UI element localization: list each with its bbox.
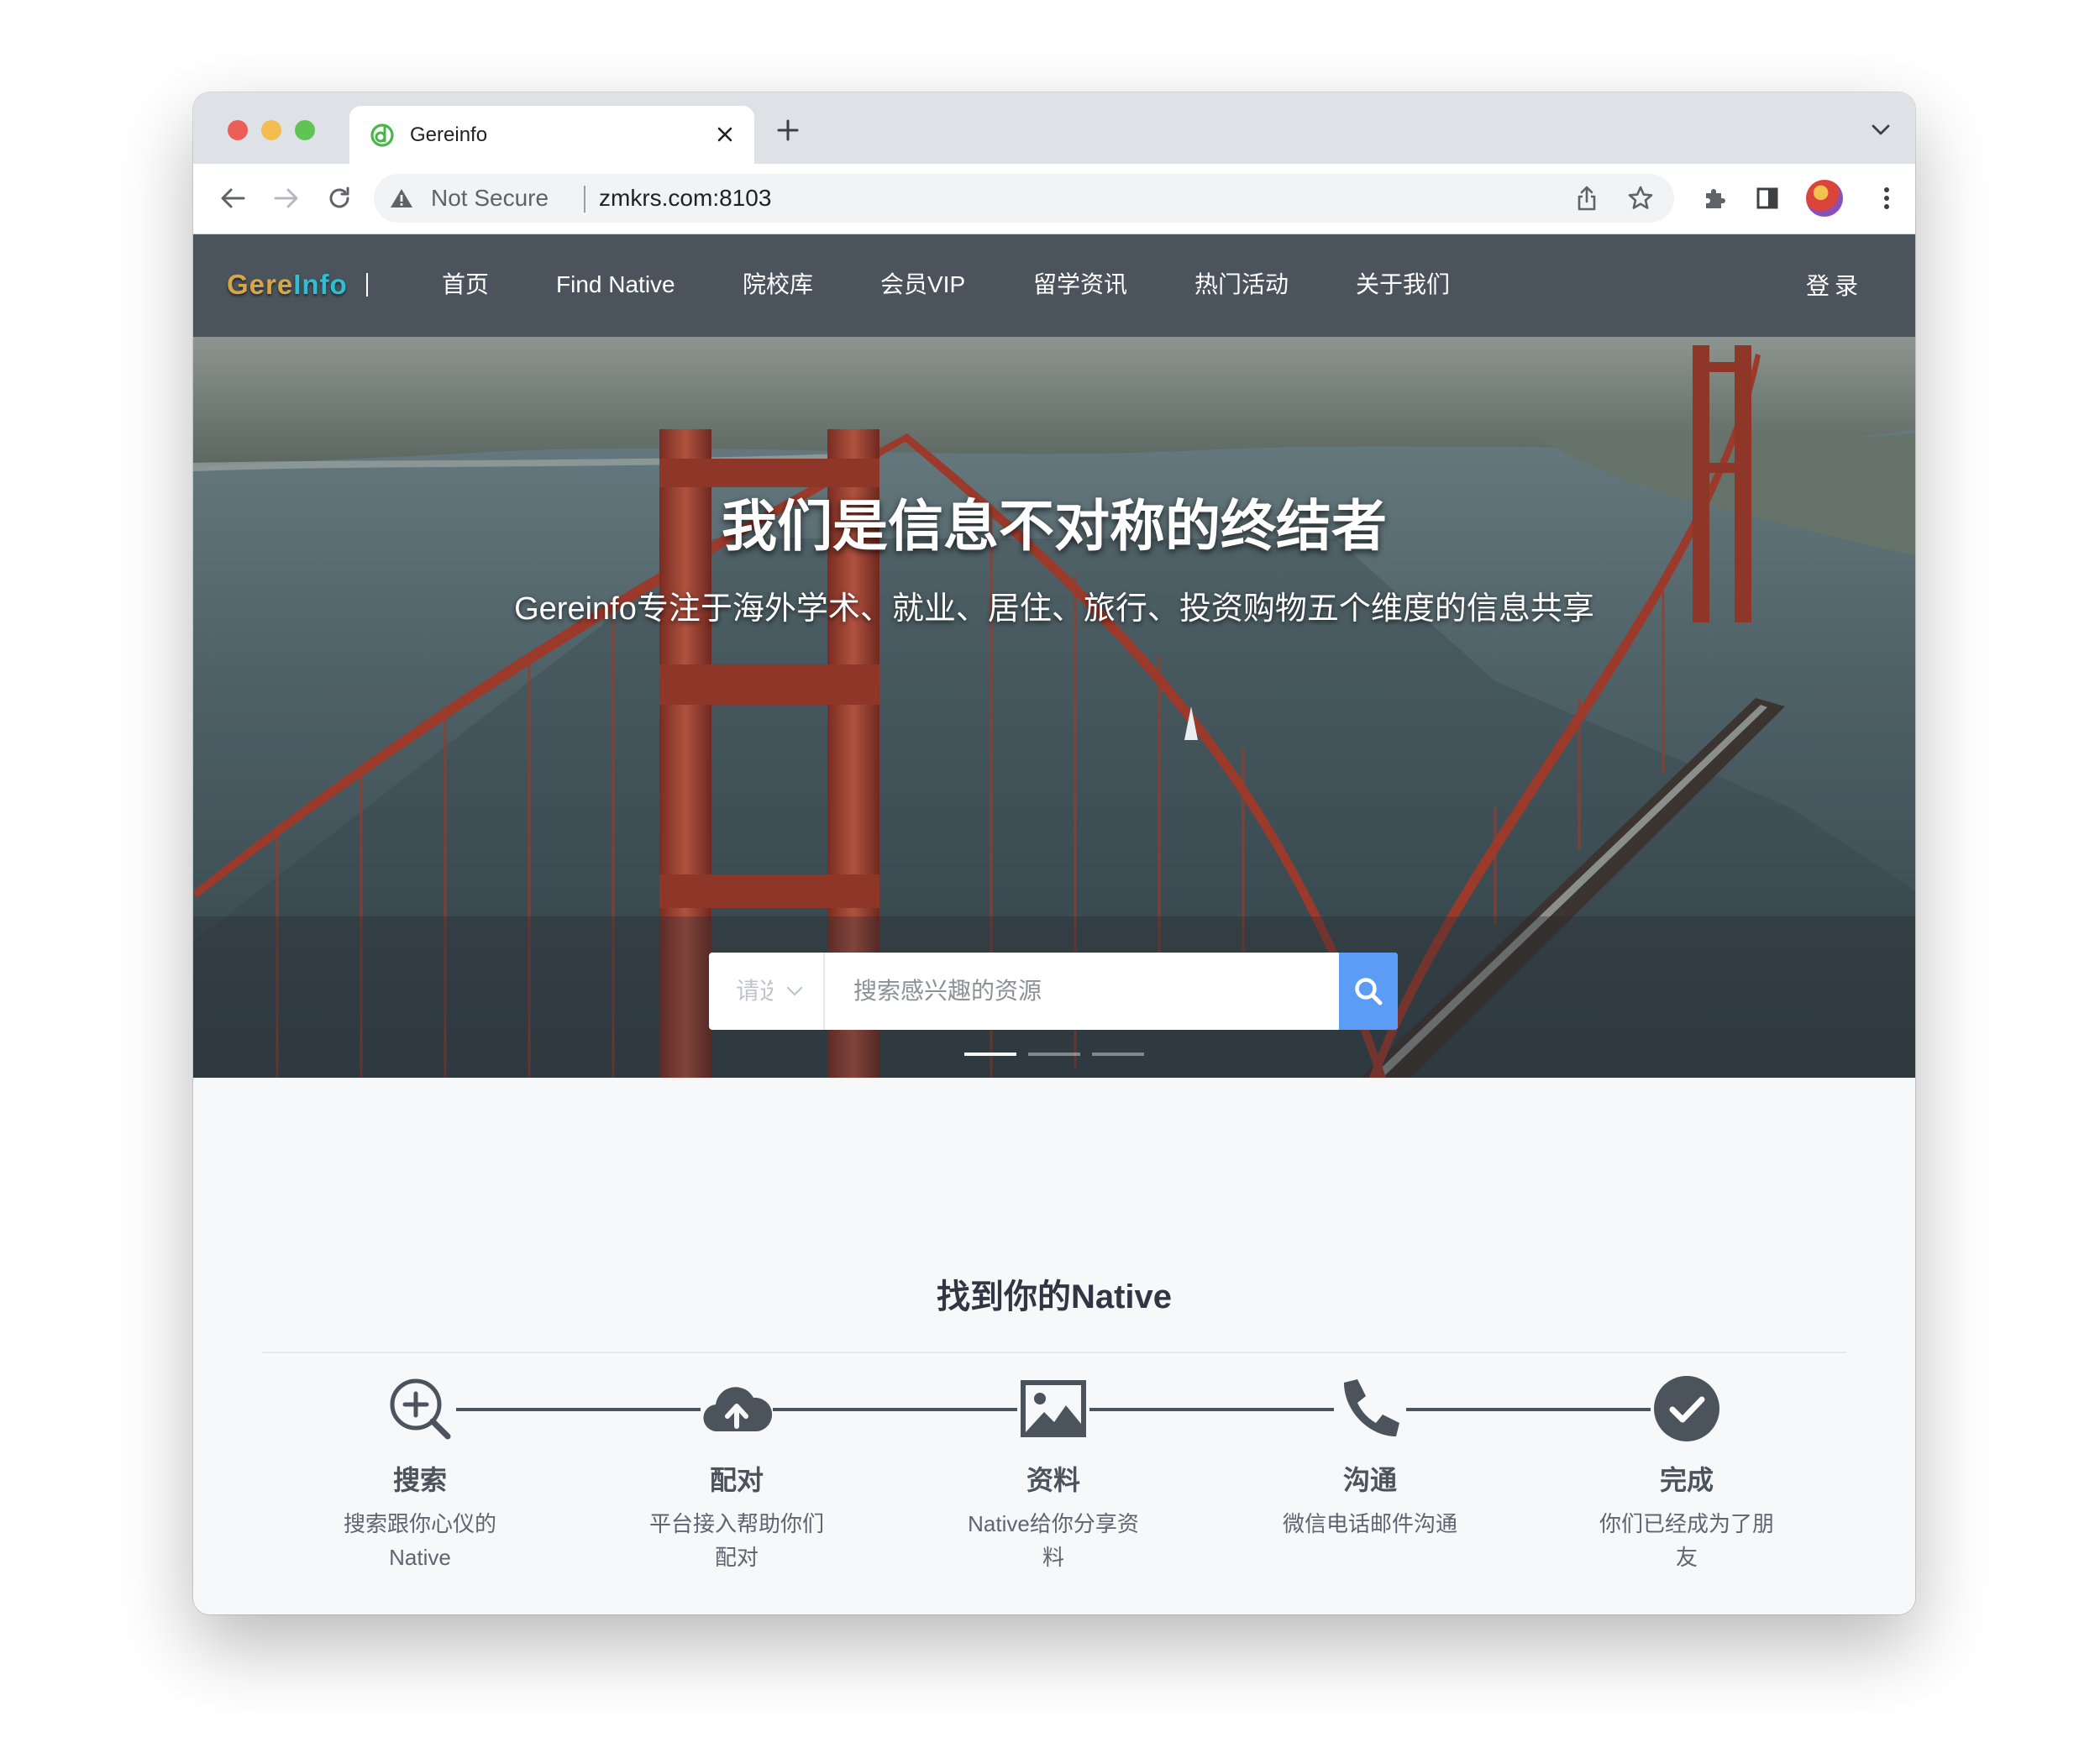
step-search: 搜索 搜索跟你心仪的Native: [294, 1373, 546, 1574]
check-circle-icon: [1651, 1373, 1723, 1445]
hero-title: 我们是信息不对称的终结者: [722, 495, 1387, 557]
section-title: 找到你的Native: [936, 1278, 1173, 1315]
resource-search-box: 请选择: [709, 953, 1398, 1030]
step-complete: 完成 你们已经成为了朋友: [1561, 1373, 1813, 1574]
side-panel-icon[interactable]: [1750, 181, 1785, 216]
tab-close-icon[interactable]: [711, 120, 739, 149]
zoom-in-icon: [384, 1373, 456, 1445]
hero-subtitle: Gereinfo专注于海外学术、就业、居住、旅行、投资购物五个维度的信息共享: [514, 591, 1594, 627]
nav-member-vip[interactable]: 会员VIP: [880, 270, 965, 300]
browser-window: Gereinfo Not Secure zmkrs.com:8103 GereI…: [193, 92, 1915, 1614]
browser-toolbar: Not Secure zmkrs.com:8103: [193, 164, 1915, 234]
arrow-right-icon[interactable]: [269, 181, 304, 216]
arrow-left-icon[interactable]: [215, 181, 250, 216]
step-match: 配对 平台接入帮助你们配对: [611, 1373, 863, 1574]
search-input[interactable]: [825, 953, 1339, 1030]
login-link[interactable]: 登录: [1806, 271, 1863, 302]
search-icon: [1355, 978, 1383, 1005]
url-text[interactable]: zmkrs.com:8103: [599, 186, 771, 211]
step-description: 你们已经成为了朋友: [1599, 1511, 1774, 1570]
tab-search-chevron-down-icon[interactable]: [1868, 118, 1893, 143]
new-tab-plus-icon[interactable]: [773, 115, 803, 145]
star-icon[interactable]: [1624, 181, 1657, 215]
site-navbar: GereInfo 首页 Find Native 院校库 会员VIP 留学资讯 热…: [193, 234, 1915, 337]
carousel-indicator-1[interactable]: [964, 1053, 1016, 1056]
chevron-down-icon: [786, 986, 803, 996]
hero-carousel: 我们是信息不对称的终结者 Gereinfo专注于海外学术、就业、居住、旅行、投资…: [193, 337, 1915, 1078]
site-logo[interactable]: GereInfo: [227, 268, 348, 302]
logo-part-2: Info: [293, 269, 348, 300]
not-secure-label[interactable]: Not Secure: [431, 186, 549, 211]
nav-home[interactable]: 首页: [442, 270, 489, 300]
nav-study-abroad-news[interactable]: 留学资讯: [1033, 270, 1127, 300]
warning-triangle-icon: [391, 189, 412, 207]
step-title: 搜索: [392, 1465, 447, 1495]
profile-avatar[interactable]: [1806, 180, 1843, 217]
nav-find-native[interactable]: Find Native: [556, 270, 675, 300]
address-divider: [584, 186, 585, 213]
search-button[interactable]: [1339, 953, 1398, 1030]
address-bar[interactable]: Not Secure zmkrs.com:8103: [374, 174, 1674, 223]
step-title: 完成: [1659, 1465, 1714, 1495]
step-description: 搜索跟你心仪的Native: [343, 1511, 496, 1570]
carousel-indicator-2[interactable]: [1028, 1053, 1080, 1056]
category-select-placeholder: 请选择: [736, 978, 773, 1004]
step-communicate: 沟通 微信电话邮件沟通: [1244, 1373, 1496, 1541]
web-page: GereInfo 首页 Find Native 院校库 会员VIP 留学资讯 热…: [193, 234, 1915, 1614]
step-title: 资料: [1026, 1465, 1080, 1495]
category-select[interactable]: 请选择: [709, 953, 825, 1030]
tab-title: Gereinfo: [410, 123, 488, 146]
close-window-button[interactable]: [228, 120, 248, 140]
nav-hot-events[interactable]: 热门活动: [1194, 270, 1289, 300]
step-description: 微信电话邮件沟通: [1282, 1511, 1457, 1536]
d-letter-favicon-icon: [370, 123, 394, 147]
browser-tab[interactable]: Gereinfo: [349, 106, 754, 164]
carousel-indicator-3[interactable]: [1092, 1053, 1144, 1056]
maximize-window-button[interactable]: [295, 120, 315, 140]
phone-icon: [1334, 1373, 1406, 1445]
step-description: 平台接入帮助你们配对: [648, 1511, 824, 1570]
cloud-upload-icon: [701, 1373, 773, 1445]
share-icon[interactable]: [1570, 181, 1604, 215]
step-title: 配对: [709, 1465, 764, 1495]
step-materials: 资料 Native给你分享资料: [927, 1373, 1179, 1574]
reload-icon[interactable]: [322, 181, 357, 216]
step-description: Native给你分享资料: [968, 1511, 1139, 1570]
tab-strip: Gereinfo: [193, 92, 1915, 164]
nav-school-database[interactable]: 院校库: [743, 270, 813, 300]
logo-separator: [366, 273, 368, 297]
kebab-menu-icon[interactable]: [1869, 181, 1904, 216]
logo-part-1: Gere: [227, 269, 294, 300]
section-divider: [262, 1352, 1846, 1353]
image-icon: [1017, 1373, 1089, 1445]
step-title: 沟通: [1342, 1465, 1397, 1495]
minimize-window-button[interactable]: [261, 120, 281, 140]
puzzle-icon[interactable]: [1697, 181, 1732, 216]
nav-about-us[interactable]: 关于我们: [1356, 270, 1450, 300]
